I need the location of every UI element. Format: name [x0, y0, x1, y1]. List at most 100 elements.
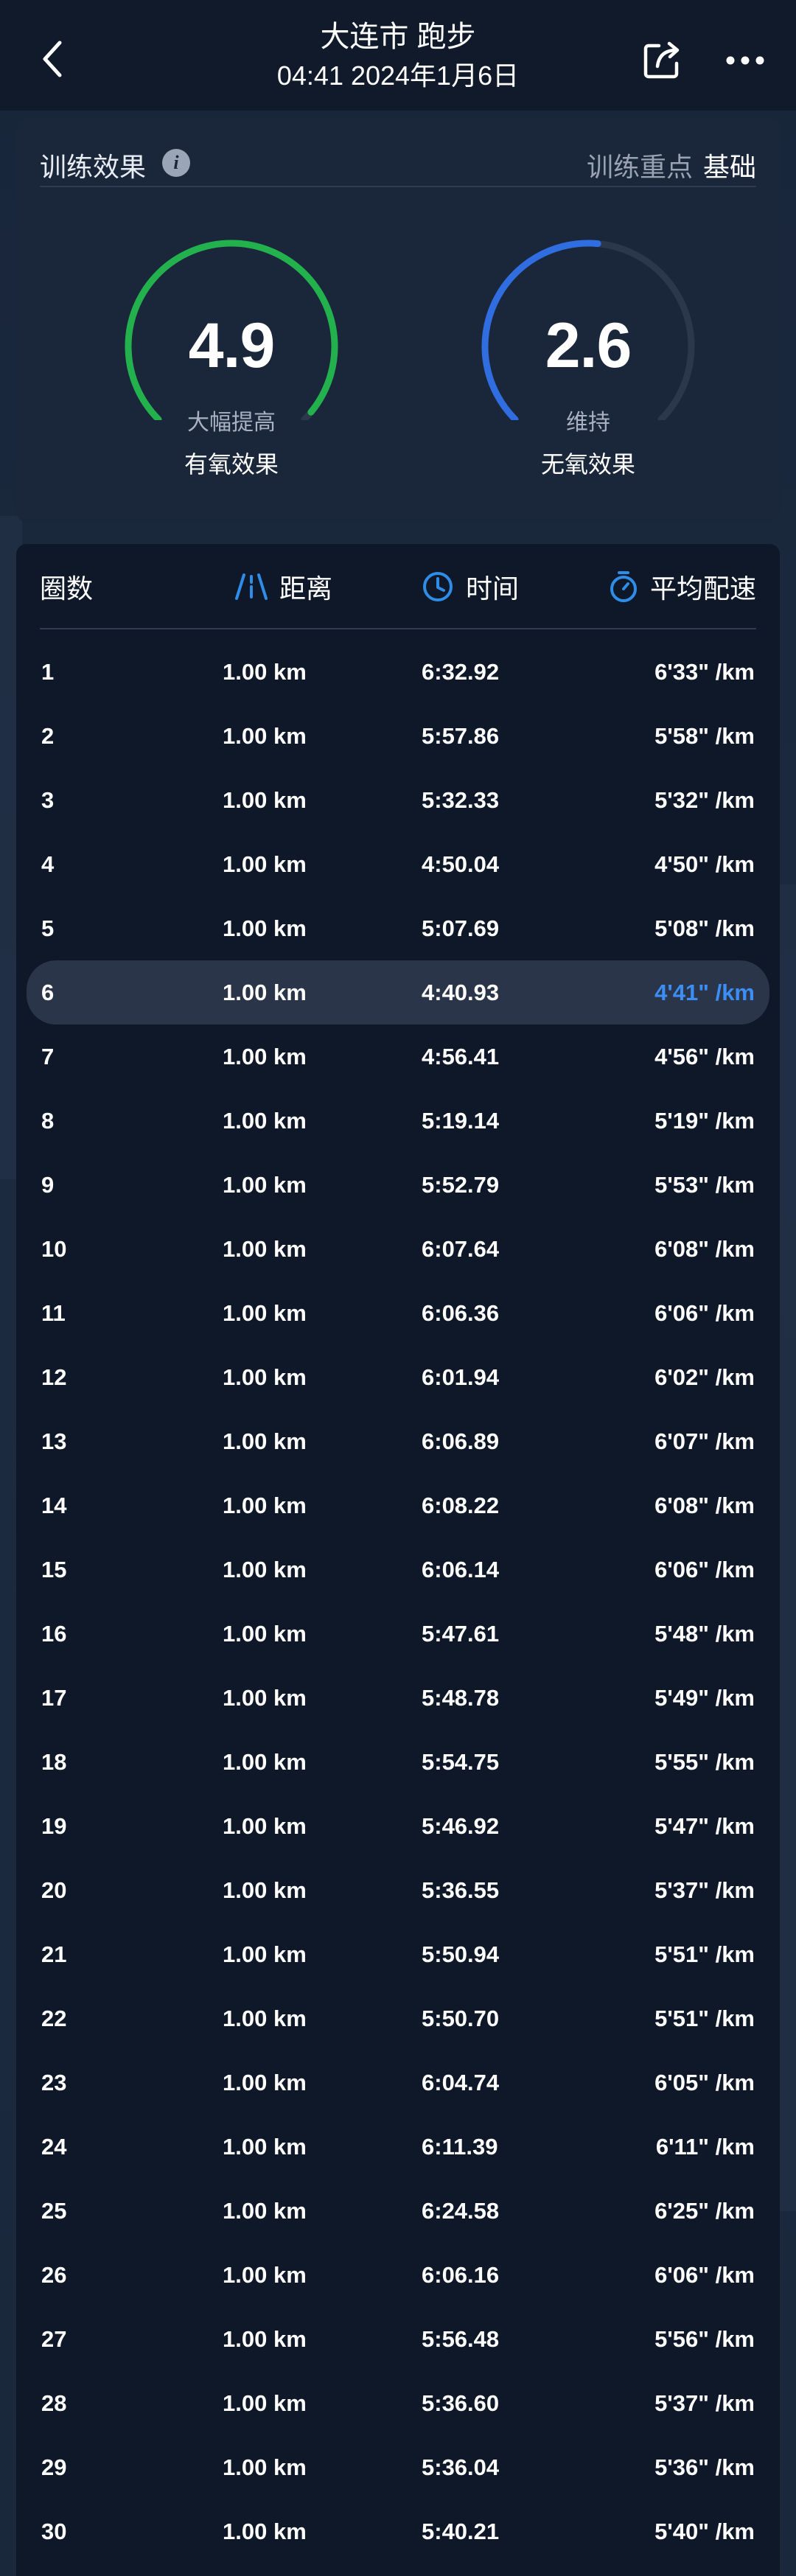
lap-distance: 1.00 km: [223, 1428, 307, 1454]
column-header-pace: 平均配速: [609, 566, 756, 607]
lap-pace: 5'48" /km: [654, 1621, 755, 1647]
lap-time: 6:24.58: [422, 2198, 500, 2224]
table-row[interactable]: 19 1.00 km 5:46.92 5'47" /km: [27, 1794, 769, 1858]
table-row[interactable]: 12 1.00 km 6:01.94 6'02" /km: [27, 1345, 769, 1409]
lap-distance: 1.00 km: [223, 915, 307, 941]
lap-pace: 6'05" /km: [654, 2070, 755, 2095]
lap-pace: 5'08" /km: [654, 915, 755, 941]
table-row[interactable]: 3 1.00 km 5:32.33 5'32" /km: [27, 768, 769, 832]
table-row[interactable]: 18 1.00 km 5:54.75 5'55" /km: [27, 1730, 769, 1794]
lap-distance: 1.00 km: [223, 1236, 307, 1262]
table-row[interactable]: 14 1.00 km 6:08.22 6'08" /km: [27, 1473, 769, 1537]
lap-time: 5:19.14: [422, 1108, 500, 1134]
training-focus: 训练重点 基础: [587, 146, 756, 184]
lap-distance: 1.00 km: [223, 1172, 307, 1198]
lap-distance: 1.00 km: [223, 1557, 307, 1582]
lap-time: 6:06.14: [422, 1557, 500, 1582]
training-effect-title: 训练效果: [40, 152, 147, 182]
table-row[interactable]: 22 1.00 km 5:50.70 5'51" /km: [27, 1986, 769, 2050]
lap-distance: 1.00 km: [223, 2198, 307, 2224]
lap-pace: 6'06" /km: [654, 1300, 755, 1326]
lap-time: 4:40.93: [422, 980, 500, 1005]
table-row[interactable]: 26 1.00 km 6:06.16 6'06" /km: [27, 2243, 769, 2307]
lap-distance: 1.00 km: [223, 851, 307, 877]
lap-distance: 1.00 km: [223, 1749, 307, 1775]
lap-distance: 1.00 km: [223, 980, 307, 1005]
run-detail-page: 大连市 跑步 04:41 2024年1月6日 训练效果 i 训练重点 基础 4.…: [0, 0, 796, 2576]
lap-pace: 4'50" /km: [654, 851, 755, 877]
lap-number: 5: [41, 915, 55, 941]
lap-distance: 1.00 km: [223, 1941, 307, 1967]
lap-distance: 1.00 km: [223, 2519, 307, 2544]
lap-distance: 1.00 km: [223, 723, 307, 749]
lap-distance: 1.00 km: [223, 2326, 307, 2352]
lap-distance: 1.00 km: [223, 1621, 307, 1647]
table-row[interactable]: 2 1.00 km 5:57.86 5'58" /km: [27, 704, 769, 768]
table-row[interactable]: 1 1.00 km 6:32.92 6'33" /km: [27, 640, 769, 704]
table-row[interactable]: 25 1.00 km 6:24.58 6'25" /km: [27, 2179, 769, 2243]
table-row[interactable]: 28 1.00 km 5:36.60 5'37" /km: [27, 2371, 769, 2435]
table-row[interactable]: 30 1.00 km 5:40.21 5'40" /km: [27, 2499, 769, 2563]
lap-number: 2: [41, 723, 55, 749]
table-row[interactable]: 6 1.00 km 4:40.93 4'41" /km: [27, 960, 769, 1025]
lap-time: 5:40.21: [422, 2519, 500, 2544]
share-button[interactable]: [638, 37, 685, 84]
clock-icon: [423, 572, 453, 601]
info-icon[interactable]: i: [162, 149, 190, 177]
lap-pace: 4'56" /km: [654, 1044, 755, 1069]
lap-number: 10: [41, 1236, 67, 1262]
table-row[interactable]: 8 1.00 km 5:19.14 5'19" /km: [27, 1089, 769, 1153]
lap-number: 12: [41, 1364, 67, 1390]
lap-time: 5:50.94: [422, 1941, 500, 1967]
lap-number: 23: [41, 2070, 67, 2095]
top-bar: 大连市 跑步 04:41 2024年1月6日: [0, 0, 796, 111]
table-row[interactable]: 13 1.00 km 6:06.89 6'07" /km: [27, 1409, 769, 1473]
table-row[interactable]: 4 1.00 km 4:50.04 4'50" /km: [27, 832, 769, 896]
table-row[interactable]: 29 1.00 km 5:36.04 5'36" /km: [27, 2435, 769, 2499]
lap-distance: 1.00 km: [223, 1493, 307, 1518]
table-row[interactable]: 21 1.00 km 5:50.94 5'51" /km: [27, 1922, 769, 1986]
table-row[interactable]: 5 1.00 km 5:07.69 5'08" /km: [27, 896, 769, 960]
table-row[interactable]: 24 1.00 km 6:11.39 6'11" /km: [27, 2115, 769, 2179]
lap-pace: 6'06" /km: [654, 1557, 755, 1582]
table-row[interactable]: 7 1.00 km 4:56.41 4'56" /km: [27, 1025, 769, 1089]
lap-time: 5:52.79: [422, 1172, 500, 1198]
aerobic-level: 大幅提高: [187, 411, 276, 435]
lap-pace: 5'58" /km: [654, 723, 755, 749]
table-row[interactable]: 11 1.00 km 6:06.36 6'06" /km: [27, 1281, 769, 1345]
more-options-button[interactable]: [719, 37, 771, 84]
training-effect-header: 训练效果 i 训练重点 基础: [40, 134, 756, 187]
lap-header-label: 圈数: [40, 573, 94, 604]
lap-pace: 6'33" /km: [654, 659, 755, 685]
lap-number: 26: [41, 2262, 67, 2288]
table-row[interactable]: 10 1.00 km 6:07.64 6'08" /km: [27, 1217, 769, 1281]
lap-time: 6:06.89: [422, 1428, 500, 1454]
lap-number: 22: [41, 2006, 67, 2031]
table-row[interactable]: 9 1.00 km 5:52.79 5'53" /km: [27, 1153, 769, 1217]
lap-time: 5:48.78: [422, 1685, 500, 1711]
lap-number: 21: [41, 1941, 67, 1967]
lap-distance: 1.00 km: [223, 659, 307, 685]
table-row[interactable]: 15 1.00 km 6:06.14 6'06" /km: [27, 1537, 769, 1602]
lap-pace: 5'53" /km: [654, 1172, 755, 1198]
lap-pace: 5'37" /km: [654, 2390, 755, 2416]
lap-time: 6:08.22: [422, 1493, 500, 1518]
column-header-time: 时间: [422, 566, 519, 607]
lap-number: 9: [41, 1172, 55, 1198]
lap-number: 18: [41, 1749, 67, 1775]
lap-pace: 5'51" /km: [654, 1941, 755, 1967]
lap-number: 11: [41, 1300, 66, 1326]
table-row[interactable]: 20 1.00 km 5:36.55 5'37" /km: [27, 1858, 769, 1922]
lap-time: 5:47.61: [422, 1621, 500, 1647]
lap-number: 13: [41, 1428, 67, 1454]
lap-distance: 1.00 km: [223, 1364, 307, 1390]
lap-number: 25: [41, 2198, 67, 2224]
laps-table-body: 1 1.00 km 6:32.92 6'33" /km 2 1.00 km 5:57.86 5…: [27, 640, 769, 2563]
table-row[interactable]: 23 1.00 km 6:04.74 6'05" /km: [27, 2050, 769, 2115]
table-row[interactable]: 17 1.00 km 5:48.78 5'49" /km: [27, 1666, 769, 1730]
lap-distance: 1.00 km: [223, 787, 307, 813]
lap-pace: 5'47" /km: [654, 1813, 755, 1839]
table-row[interactable]: 27 1.00 km 5:56.48 5'56" /km: [27, 2307, 769, 2371]
table-row[interactable]: 16 1.00 km 5:47.61 5'48" /km: [27, 1602, 769, 1666]
aerobic-label: 有氧效果: [184, 451, 279, 478]
